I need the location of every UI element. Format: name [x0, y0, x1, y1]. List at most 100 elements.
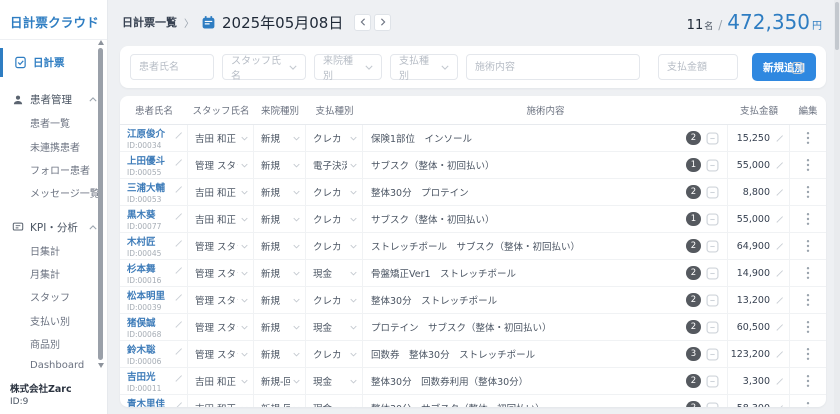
- page-scrollbar-thumb[interactable]: [835, 2, 839, 50]
- sidebar-scrollbar[interactable]: [97, 40, 104, 374]
- sidebar-subitem[interactable]: 患者一覧: [30, 111, 107, 134]
- staff-select[interactable]: 吉田 和正: [188, 125, 254, 151]
- row-menu-button[interactable]: [790, 368, 826, 394]
- memo-icon[interactable]: [706, 132, 719, 145]
- pencil-icon[interactable]: [775, 377, 784, 386]
- patient-cell[interactable]: 上田優斗 ID:00055: [120, 152, 188, 178]
- patient-name-link[interactable]: 松本明里: [127, 288, 165, 302]
- page-scrollbar[interactable]: [834, 0, 840, 414]
- sidebar-subitem[interactable]: Dashboard: [30, 355, 107, 374]
- visit-type-select[interactable]: 新規: [254, 152, 306, 178]
- payment-type-select[interactable]: 現金: [306, 260, 363, 286]
- sidebar-subitem[interactable]: 未連携患者: [30, 134, 107, 157]
- scroll-up-arrow-icon[interactable]: [98, 40, 104, 45]
- payment-type-select[interactable]: 現金: [306, 395, 363, 407]
- chevron-up-icon[interactable]: [89, 225, 97, 230]
- row-menu-button[interactable]: [790, 260, 826, 286]
- staff-select[interactable]: 吉田 和正: [188, 206, 254, 232]
- patient-name-link[interactable]: 鈴木聡: [127, 342, 156, 356]
- memo-icon[interactable]: [706, 375, 719, 388]
- pencil-icon[interactable]: [174, 131, 183, 140]
- payment-type-select[interactable]: クレカ: [306, 341, 363, 367]
- sidebar-subitem[interactable]: 商品別: [30, 332, 107, 355]
- patient-cell[interactable]: 松本明里 ID:00039: [120, 287, 188, 313]
- pencil-icon[interactable]: [174, 239, 183, 248]
- pencil-icon[interactable]: [775, 269, 784, 278]
- pencil-icon[interactable]: [775, 215, 784, 224]
- pencil-icon[interactable]: [174, 212, 183, 221]
- pencil-icon[interactable]: [775, 161, 784, 170]
- row-menu-button[interactable]: [790, 206, 826, 232]
- staff-select[interactable]: 管理 スタッフ: [188, 233, 254, 259]
- row-menu-button[interactable]: [790, 395, 826, 407]
- chevron-up-icon[interactable]: [89, 97, 97, 102]
- payment-type-select[interactable]: 電子決済: [306, 152, 363, 178]
- payment-type-select[interactable]: 現金: [306, 368, 363, 394]
- patient-cell[interactable]: 杉本舞 ID:00016: [120, 260, 188, 286]
- pencil-icon[interactable]: [174, 266, 183, 275]
- patient-cell[interactable]: 猪俣誠 ID:00068: [120, 314, 188, 340]
- row-menu-button[interactable]: [790, 287, 826, 313]
- visit-type-select[interactable]: 新規: [254, 260, 306, 286]
- staff-select[interactable]: 管理 スタッフ: [188, 287, 254, 313]
- staff-select[interactable]: 吉田 和正: [188, 368, 254, 394]
- visit-type-select[interactable]: 新規-回…: [254, 368, 306, 394]
- note-icon[interactable]: [791, 62, 804, 75]
- memo-icon[interactable]: [706, 159, 719, 172]
- patient-name-link[interactable]: 杉本舞: [127, 261, 156, 275]
- staff-select[interactable]: 管理 スタッフ: [188, 152, 254, 178]
- patient-cell[interactable]: 三浦大輔 ID:00053: [120, 179, 188, 205]
- staff-select[interactable]: 吉田 和正: [188, 395, 254, 407]
- visit-type-select[interactable]: 新規: [254, 314, 306, 340]
- breadcrumb[interactable]: 日計票一覧: [122, 14, 177, 30]
- visit-type-select[interactable]: 新規-回…: [254, 395, 306, 407]
- patient-cell[interactable]: 吉田光 ID:00011: [120, 368, 188, 394]
- treatment-filter-input[interactable]: [466, 54, 640, 80]
- patient-name-link[interactable]: 吉田光: [127, 369, 156, 383]
- pencil-icon[interactable]: [174, 401, 183, 407]
- patient-name-link[interactable]: 上田優斗: [127, 153, 165, 167]
- sidebar-subitem[interactable]: 月集計: [30, 262, 107, 285]
- row-menu-button[interactable]: [790, 314, 826, 340]
- pencil-icon[interactable]: [775, 242, 784, 251]
- patient-cell[interactable]: 鈴木聡 ID:00006: [120, 341, 188, 367]
- payment-type-select[interactable]: クレカ: [306, 206, 363, 232]
- scroll-down-arrow-icon[interactable]: [98, 363, 104, 368]
- memo-icon[interactable]: [706, 321, 719, 334]
- sidebar-subitem[interactable]: メッセージ一覧: [30, 181, 107, 204]
- pencil-icon[interactable]: [174, 374, 183, 383]
- add-new-button[interactable]: 新規追加: [752, 53, 816, 81]
- visit-type-select[interactable]: 新規: [254, 341, 306, 367]
- staff-select[interactable]: 吉田 和正: [188, 179, 254, 205]
- memo-icon[interactable]: [706, 267, 719, 280]
- sidebar-subitem[interactable]: 支払い別: [30, 309, 107, 332]
- pencil-icon[interactable]: [174, 320, 183, 329]
- sidebar-subitem[interactable]: フォロー患者: [30, 158, 107, 181]
- patient-name-link[interactable]: 江原俊介: [127, 126, 165, 140]
- visit-type-select[interactable]: 新規: [254, 287, 306, 313]
- patient-cell[interactable]: 黒木葵 ID:00077: [120, 206, 188, 232]
- payment-type-select[interactable]: 現金: [306, 314, 363, 340]
- sidebar-group-header-patient[interactable]: 患者管理: [0, 88, 107, 111]
- patient-cell[interactable]: 江原俊介 ID:00034: [120, 125, 188, 151]
- patient-cell[interactable]: 青木里佳 ID:00004: [120, 395, 188, 407]
- pencil-icon[interactable]: [775, 404, 784, 408]
- visit-type-select[interactable]: 新規: [254, 206, 306, 232]
- pencil-icon[interactable]: [775, 350, 784, 359]
- patient-name-link[interactable]: 猪俣誠: [127, 315, 156, 329]
- pencil-icon[interactable]: [174, 158, 183, 167]
- memo-icon[interactable]: [706, 348, 719, 361]
- sidebar-subitem[interactable]: 日集計: [30, 239, 107, 262]
- memo-icon[interactable]: [706, 294, 719, 307]
- amount-filter-input[interactable]: [658, 54, 738, 80]
- pencil-icon[interactable]: [775, 323, 784, 332]
- memo-icon[interactable]: [706, 240, 719, 253]
- patient-name-filter-input[interactable]: [130, 54, 214, 80]
- sidebar-group-header-kpi[interactable]: KPI・分析: [0, 216, 107, 239]
- patient-name-link[interactable]: 青木里佳: [127, 396, 165, 407]
- pencil-icon[interactable]: [174, 347, 183, 356]
- pencil-icon[interactable]: [174, 185, 183, 194]
- payment-type-select[interactable]: クレカ: [306, 287, 363, 313]
- scrollbar-thumb[interactable]: [98, 48, 103, 360]
- pencil-icon[interactable]: [775, 296, 784, 305]
